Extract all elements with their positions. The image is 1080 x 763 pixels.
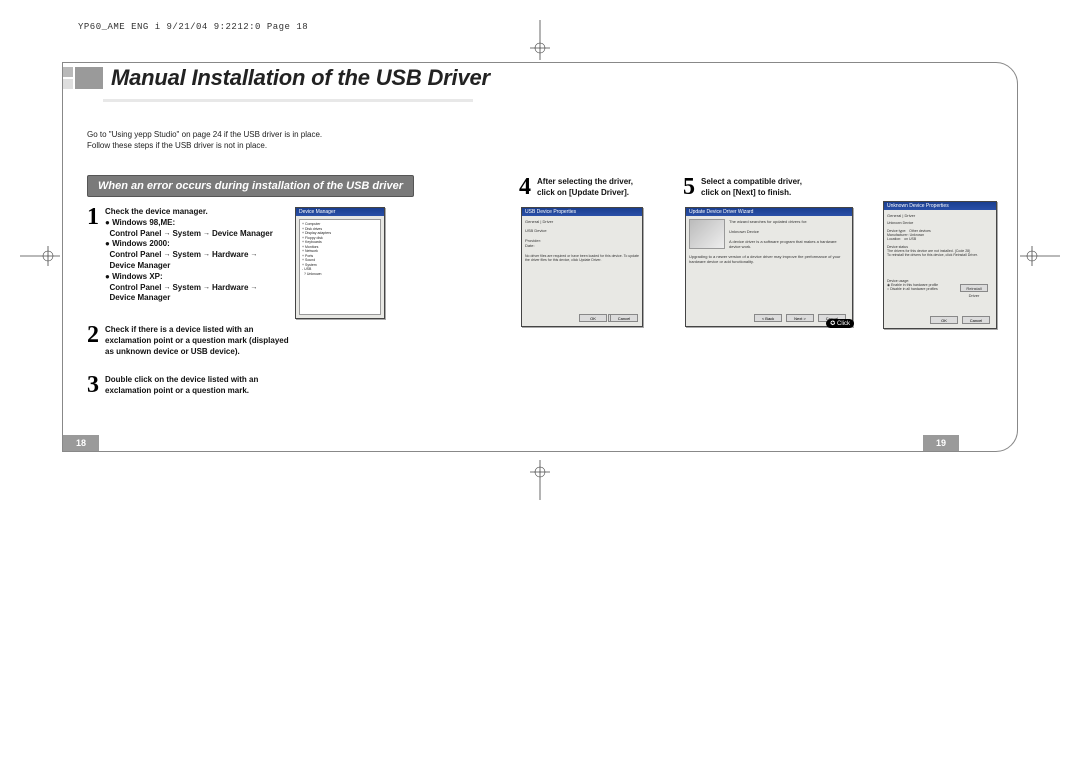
section-header: When an error occurs during installation… (87, 175, 414, 197)
crop-mark-right (1020, 246, 1060, 266)
step-number: 2 (87, 325, 99, 347)
crop-mark-top (530, 20, 550, 60)
step-number: 5 (683, 177, 695, 199)
back-button[interactable]: < Back (754, 314, 782, 322)
step-line: click on [Next] to finish. (701, 188, 791, 197)
step-2: 2 Check if there is a device listed with… (87, 325, 297, 357)
print-header: YP60_AME ENG i 9/21/04 9:2212:0 Page 18 (78, 22, 308, 32)
next-button[interactable]: Next > (786, 314, 814, 322)
path-seg: Device Manager (109, 293, 170, 302)
click-callout: ✪ Click (826, 319, 854, 328)
intro-text: Go to "Using yepp Studio" on page 24 if … (87, 129, 322, 151)
window-body: General | Driver USB DeviceProvider:Date… (522, 216, 642, 326)
step-number: 1 (87, 207, 99, 229)
window-titlebar: USB Device Properties (522, 208, 642, 216)
cancel-button[interactable]: Cancel (962, 316, 990, 324)
path-seg: Device Manager (212, 229, 273, 238)
intro-line: Go to "Using yepp Studio" on page 24 if … (87, 129, 322, 140)
crop-mark-left (20, 246, 60, 266)
crop-mark-bottom (530, 460, 550, 500)
ok-button[interactable]: OK (579, 314, 607, 322)
os-label: Windows 98,ME: (112, 218, 175, 227)
step-body: Check the device manager. ● Windows 98,M… (105, 207, 273, 304)
step-lead: Check the device manager. (105, 207, 208, 216)
ok-button[interactable]: OK (930, 316, 958, 324)
step-line: click on [Update Driver]. (537, 188, 629, 197)
path-seg: Control Panel (109, 250, 161, 259)
path-seg: Device Manager (109, 261, 170, 270)
path-seg: System (172, 229, 200, 238)
cancel-button[interactable]: Cancel (610, 314, 638, 322)
page-number-left: 18 (63, 435, 99, 451)
screenshot-usb-properties: USB Device Properties General | Driver U… (521, 207, 643, 327)
window-body: General | Driver Unknown DeviceDevice ty… (884, 210, 996, 328)
intro-line: Follow these steps if the USB driver is … (87, 140, 322, 151)
step-5: 5 Select a compatible driver, click on [… (683, 177, 843, 199)
title-bar: Manual Installation of the USB Driver (63, 61, 490, 95)
step-3: 3 Double click on the device listed with… (87, 375, 297, 397)
screenshot-driver-wizard: Update Device Driver Wizard The wizard s… (685, 207, 853, 327)
step-text: Double click on the device listed with a… (105, 375, 258, 395)
os-label: Windows XP: (112, 272, 163, 281)
step-number: 3 (87, 375, 99, 397)
path-seg: Control Panel (109, 229, 161, 238)
os-label: Windows 2000: (112, 239, 170, 248)
step-line: Select a compatible driver, (701, 177, 802, 186)
path-seg: System (172, 283, 200, 292)
window-titlebar: Unknown Device Properties (884, 202, 996, 210)
step-4: 4 After selecting the driver, click on [… (519, 177, 669, 199)
title-ornament-icon (63, 61, 105, 95)
path-seg: Control Panel (109, 283, 161, 292)
step-1: 1 Check the device manager. ● Windows 98… (87, 207, 287, 304)
reinstall-driver-button[interactable]: Reinstall Driver (960, 284, 988, 292)
window-body: The wizard searches for updated drivers … (686, 216, 852, 326)
wizard-image-icon (689, 219, 725, 249)
screenshot-device-manager: Device Manager + Computer + Disk drives … (295, 207, 385, 319)
step-line: After selecting the driver, (537, 177, 633, 186)
window-titlebar: Update Device Driver Wizard (686, 208, 852, 216)
step-text: Check if there is a device listed with a… (105, 325, 289, 356)
device-tree: + Computer + Disk drives + Display adapt… (299, 219, 381, 315)
title-underline (103, 99, 473, 102)
window-titlebar: Device Manager (296, 208, 384, 216)
path-seg: System (172, 250, 200, 259)
page-number-right: 19 (923, 435, 959, 451)
path-seg: Hardware (212, 283, 248, 292)
page-spread: Manual Installation of the USB Driver Go… (62, 62, 1018, 452)
screenshot-unknown-device: Unknown Device Properties General | Driv… (883, 201, 997, 329)
path-seg: Hardware (212, 250, 248, 259)
page-title: Manual Installation of the USB Driver (111, 65, 490, 91)
step-number: 4 (519, 177, 531, 199)
